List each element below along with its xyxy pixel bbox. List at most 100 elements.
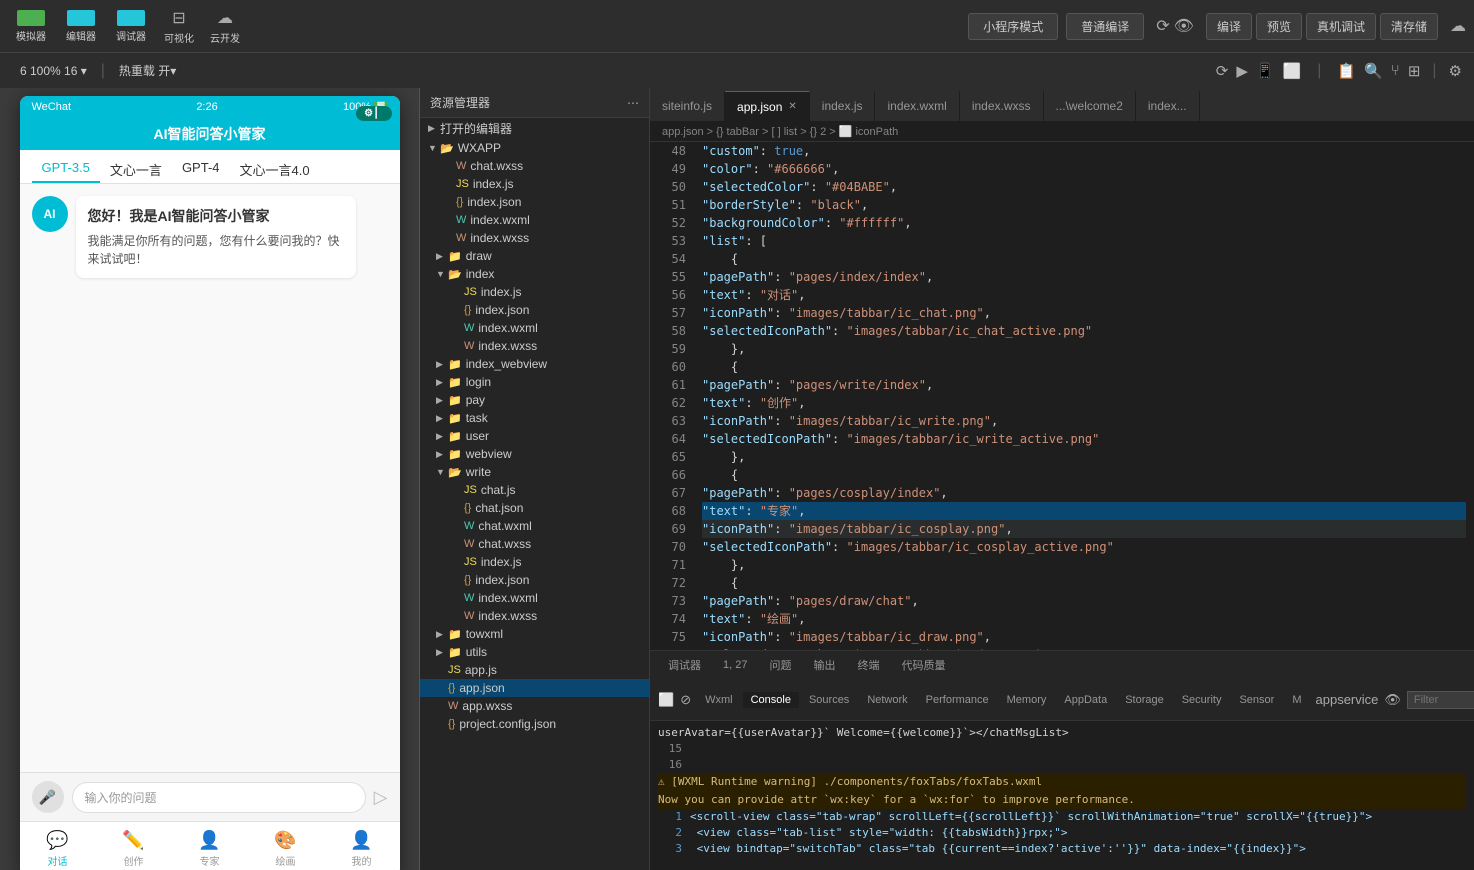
folder-utils[interactable]: ▶ 📁 utils (420, 643, 649, 661)
file-index-json-chat[interactable]: {} index.json (420, 193, 649, 211)
folder-draw[interactable]: ▶ 📁 draw (420, 247, 649, 265)
scale-selector[interactable]: 6 100% 16 ▾ (12, 62, 95, 80)
compile-button[interactable]: 编译 (1206, 13, 1252, 40)
tab-problems[interactable]: 问题 (759, 655, 801, 675)
console-tab-network[interactable]: Network (859, 692, 915, 708)
tab-debugger[interactable]: 调试器 (658, 655, 711, 675)
simulator-btn[interactable]: 模拟器 (8, 8, 54, 45)
play-icon[interactable]: ▶ (1236, 62, 1248, 80)
phone-small-icon[interactable]: 📱 (1256, 62, 1275, 80)
tab-siteinfo[interactable]: siteinfo.js (650, 91, 725, 121)
mic-button[interactable]: 🎤 (32, 781, 64, 813)
clear-storage-button[interactable]: 清存储 (1380, 13, 1438, 40)
phone-tab-wenxin4[interactable]: 文心一言4.0 (230, 156, 320, 183)
code-content[interactable]: "custom": true, "color": "#666666", "sel… (694, 142, 1474, 650)
folder-login[interactable]: ▶ 📁 login (420, 373, 649, 391)
settings-icon[interactable]: ⚙ (1449, 62, 1462, 80)
code-editor[interactable]: 4849505152535455565758596061626364656667… (650, 142, 1474, 650)
console-tab-storage[interactable]: Storage (1117, 692, 1172, 708)
console-tab-memory[interactable]: Memory (999, 692, 1055, 708)
phone-tab-gpt4[interactable]: GPT-4 (172, 156, 230, 183)
folder-webview[interactable]: ▶ 📁 webview (420, 445, 649, 463)
console-filter-input[interactable] (1407, 691, 1474, 709)
file-app-json[interactable]: {} app.json (420, 679, 649, 697)
phone-toggle-btn[interactable]: ⚙ ▏ (356, 106, 391, 121)
file-chat-wxml[interactable]: W chat.wxml (420, 517, 649, 535)
refresh-icon[interactable]: ⟳ (1156, 16, 1169, 36)
folder-write[interactable]: ▼ 📂 write (420, 463, 649, 481)
console-tab-sources[interactable]: Sources (801, 692, 857, 708)
file-chat-wxss[interactable]: W chat.wxss (420, 157, 649, 175)
translate-button[interactable]: 普通编译 (1066, 13, 1144, 40)
console-tab-m[interactable]: M (1284, 692, 1309, 708)
file-index-js[interactable]: JS index.js (420, 283, 649, 301)
file-chat-wxss2[interactable]: W chat.wxss (420, 535, 649, 553)
phone-nav-expert[interactable]: 👤 专家 (172, 822, 248, 870)
folder-index-webview[interactable]: ▶ 📁 index_webview (420, 355, 649, 373)
folder-pay[interactable]: ▶ 📁 pay (420, 391, 649, 409)
open-editors-toggle[interactable]: ▶ 打开的编辑器 (420, 118, 649, 139)
folder-user[interactable]: ▶ 📁 user (420, 427, 649, 445)
console-tab-sensor[interactable]: Sensor (1231, 692, 1282, 708)
file-app-js[interactable]: JS app.js (420, 661, 649, 679)
phone-nav-draw[interactable]: 🎨 绘画 (248, 822, 324, 870)
file-index-json[interactable]: {} index.json (420, 301, 649, 319)
file-index-wxss-chat[interactable]: W index.wxss (420, 229, 649, 247)
tab-index-last[interactable]: index... (1136, 91, 1200, 121)
mode-button[interactable]: 小程序模式 (968, 13, 1058, 40)
wxapp-toggle[interactable]: ▼ 📂 WXAPP (420, 139, 649, 157)
phone-nav-dialog[interactable]: 💬 对话 (20, 822, 96, 870)
phone-tab-gpt35[interactable]: GPT-3.5 (32, 156, 100, 183)
folder-towxml[interactable]: ▶ 📁 towxml (420, 625, 649, 643)
tab-index-wxss[interactable]: index.wxss (960, 91, 1044, 121)
file-index-js-chat[interactable]: JS index.js (420, 175, 649, 193)
tab-welcome2[interactable]: ...\welcome2 (1044, 91, 1136, 121)
cloud-btn[interactable]: ☁ 云开发 (204, 6, 246, 47)
tab-index-wxml[interactable]: index.wxml (875, 91, 959, 121)
phone-tab-wenxin[interactable]: 文心一言 (100, 156, 172, 183)
upload-icon[interactable]: ☁ (1450, 16, 1466, 36)
real-test-button[interactable]: 真机调试 (1306, 13, 1376, 40)
console-tab-performance[interactable]: Performance (918, 692, 997, 708)
editor-btn[interactable]: 编辑器 (58, 8, 104, 45)
visual-btn[interactable]: ⊟ 可视化 (158, 6, 200, 47)
tab-terminal[interactable]: 终端 (847, 655, 889, 675)
console-tab-wxml[interactable]: Wxml (697, 692, 741, 708)
phone-nav-mine[interactable]: 👤 我的 (324, 822, 400, 870)
file-chat-js[interactable]: JS chat.js (420, 481, 649, 499)
file-write-index-wxml[interactable]: W index.wxml (420, 589, 649, 607)
preview-icon[interactable]: 👁 (1174, 16, 1194, 36)
explorer-menu-icon[interactable]: ⋯ (627, 96, 639, 110)
console-eye-icon[interactable]: 👁 (1384, 692, 1401, 708)
send-button[interactable]: ▷ (374, 787, 388, 808)
tab-output[interactable]: 输出 (803, 655, 845, 675)
file-app-wxss[interactable]: W app.wxss (420, 697, 649, 715)
phone-input-field[interactable]: 输入你的问题 (72, 782, 366, 813)
console-tab-console[interactable]: Console (743, 692, 799, 708)
file-index-wxml-chat[interactable]: W index.wxml (420, 211, 649, 229)
console-tab-appdata[interactable]: AppData (1056, 692, 1115, 708)
clipboard-icon[interactable]: 📋 (1337, 62, 1356, 80)
refresh-small-icon[interactable]: ⟳ (1216, 62, 1229, 80)
tab-index-js[interactable]: index.js (810, 91, 876, 121)
folder-task[interactable]: ▶ 📁 task (420, 409, 649, 427)
debug-btn[interactable]: 调试器 (108, 8, 154, 45)
preview-button[interactable]: 预览 (1256, 13, 1302, 40)
hot-reload-btn[interactable]: 热重载 开▾ (111, 60, 184, 81)
tab-close-icon[interactable]: ✕ (788, 101, 796, 112)
tab-app-json[interactable]: app.json ✕ (725, 91, 810, 121)
branch-icon[interactable]: ⑂ (1391, 62, 1400, 79)
file-index-wxss[interactable]: W index.wxss (420, 337, 649, 355)
file-write-index-js[interactable]: JS index.js (420, 553, 649, 571)
console-clear-icon[interactable]: ⊘ (680, 692, 691, 708)
file-write-index-json[interactable]: {} index.json (420, 571, 649, 589)
search-small-icon[interactable]: 🔍 (1364, 62, 1383, 80)
file-project-config-json[interactable]: {} project.config.json (420, 715, 649, 733)
grid-icon[interactable]: ⊞ (1408, 62, 1421, 80)
file-write-index-wxss[interactable]: W index.wxss (420, 607, 649, 625)
tab-codequality[interactable]: 代码质量 (891, 655, 955, 675)
tab-position[interactable]: 1, 27 (713, 657, 757, 673)
console-expand-icon[interactable]: ⬜ (658, 692, 674, 708)
file-index-wxml[interactable]: W index.wxml (420, 319, 649, 337)
folder-index[interactable]: ▼ 📂 index (420, 265, 649, 283)
